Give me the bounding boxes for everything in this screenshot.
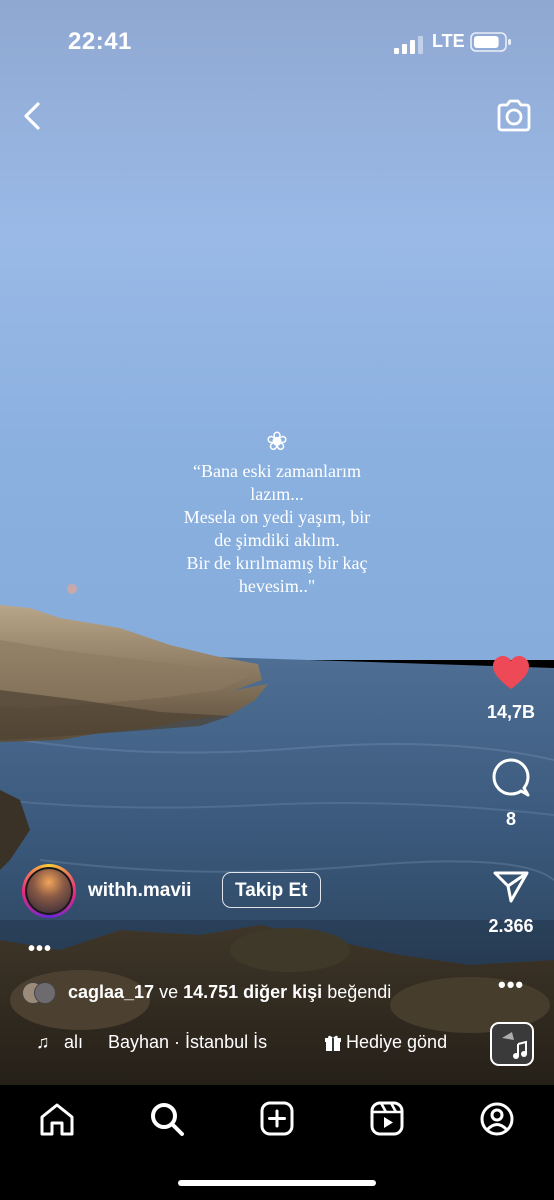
follow-button[interactable]: Takip Et — [222, 872, 321, 908]
gift-icon — [325, 1035, 341, 1051]
reels-icon[interactable] — [367, 1101, 407, 1137]
home-icon[interactable] — [37, 1101, 77, 1137]
camera-icon[interactable] — [494, 98, 534, 134]
heart-icon — [493, 656, 529, 689]
artist-name: alı — [64, 1032, 84, 1052]
story-overlay-text: ❀ “Bana eski zamanlarım lazım... Mesela … — [140, 428, 414, 598]
liked-by-text: caglaa_17 ve 14.751 diğer kişi beğendi — [68, 982, 392, 1002]
gift-label: Hediye gönd — [346, 1032, 448, 1052]
share-button[interactable]: 2.366 — [476, 867, 546, 937]
cellular-signal-icon — [394, 36, 423, 54]
like-count: 14,7B — [486, 702, 536, 722]
music-note-icon: ♫ — [36, 1032, 50, 1052]
overlay-quote: “Bana eski zamanlarım lazım... Mesela on… — [183, 461, 371, 596]
like-button[interactable]: 14,7B — [476, 655, 546, 723]
status-time: 22:41 — [68, 28, 132, 55]
comment-button[interactable]: 8 — [476, 758, 546, 830]
home-indicator — [178, 1180, 376, 1186]
audio-thumbnail[interactable] — [490, 1022, 534, 1066]
liker-avatars — [22, 982, 62, 1004]
avatar[interactable] — [22, 864, 76, 918]
music-strip[interactable]: ♫ alı Bayhan · İstanbul İs Hediye gönd — [28, 1030, 468, 1058]
track-name: Bayhan · İstanbul İs — [108, 1032, 268, 1052]
network-type: LTE — [432, 31, 465, 51]
chevron-left-icon[interactable] — [16, 96, 52, 136]
more-options-button[interactable]: ••• — [498, 972, 524, 998]
create-icon[interactable] — [257, 1101, 297, 1137]
send-icon — [493, 871, 529, 903]
comment-count: 8 — [505, 809, 516, 829]
battery-icon — [470, 32, 511, 52]
status-bar: 22:41 LTE — [0, 26, 554, 58]
search-icon[interactable] — [147, 1101, 187, 1137]
share-count: 2.366 — [488, 916, 534, 936]
flower-icon: ❀ — [266, 427, 288, 456]
profile-icon[interactable] — [477, 1101, 517, 1137]
username[interactable]: withh.mavii — [88, 880, 191, 902]
caption-more[interactable]: ••• — [28, 938, 52, 961]
music-note-icon — [502, 1032, 527, 1059]
comment-icon — [492, 758, 530, 797]
